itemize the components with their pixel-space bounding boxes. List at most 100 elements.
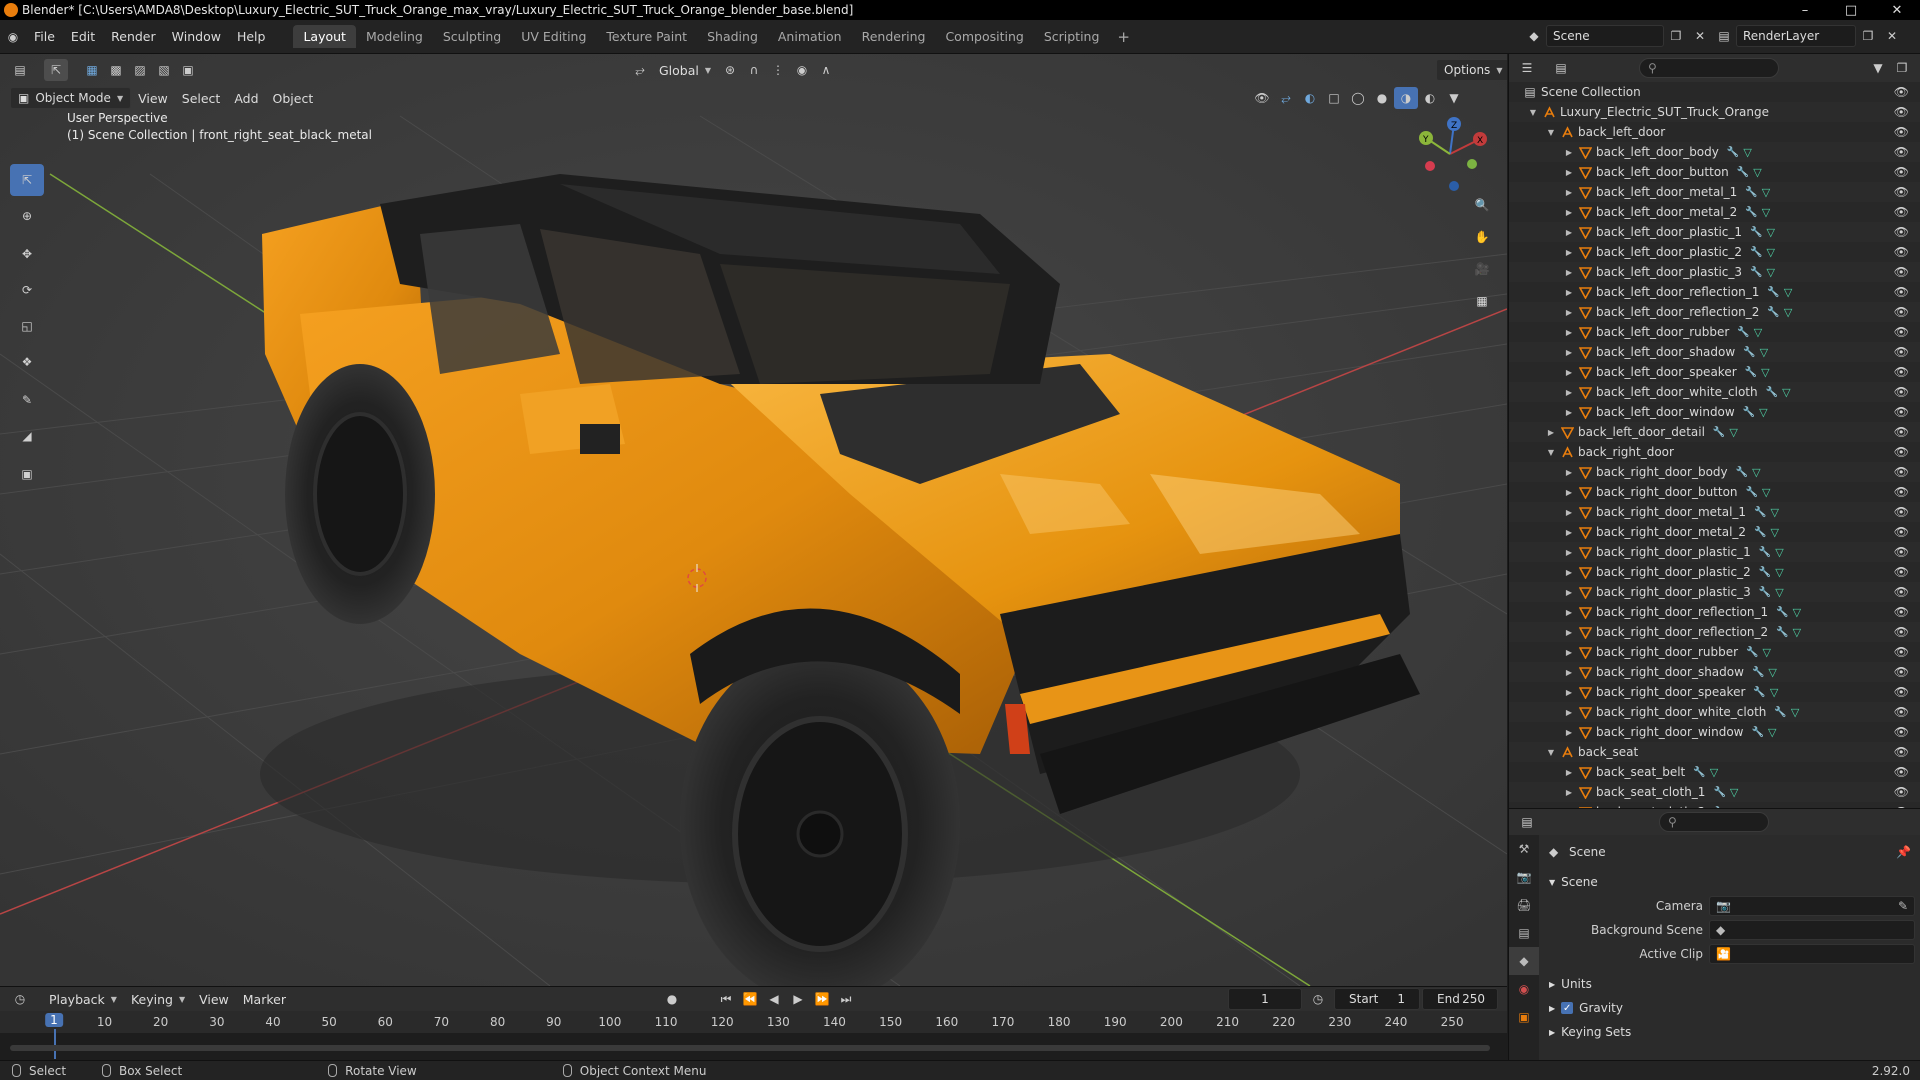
expand-arrow-open-icon[interactable]: ▼ bbox=[1545, 748, 1557, 757]
modifier-wrench-icon[interactable]: 🔧 bbox=[1754, 507, 1766, 518]
visibility-eye-icon[interactable]: 👁 bbox=[1894, 105, 1909, 119]
move-tool-icon[interactable]: ✥ bbox=[10, 238, 44, 270]
prev-keyframe-icon[interactable]: ⏪ bbox=[738, 988, 762, 1010]
zoom-icon[interactable]: 🔍 bbox=[1469, 192, 1495, 218]
menu-edit[interactable]: Edit bbox=[63, 29, 103, 44]
expand-arrow-closed-icon[interactable]: ▶ bbox=[1563, 308, 1575, 317]
outliner-item[interactable]: ▼ Luxury_Electric_SUT_Truck_Orange 👁 bbox=[1509, 102, 1920, 122]
expand-arrow-closed-icon[interactable]: ▶ bbox=[1563, 368, 1575, 377]
modifier-wrench-icon[interactable]: 🔧 bbox=[1713, 427, 1725, 438]
tool-tab-icon[interactable]: ⚒ bbox=[1509, 835, 1539, 863]
next-keyframe-icon[interactable]: ⏩ bbox=[810, 988, 834, 1010]
view-layer-tab-icon[interactable]: ▤ bbox=[1509, 919, 1539, 947]
expand-arrow-closed-icon[interactable]: ▶ bbox=[1563, 788, 1575, 797]
mesh-data-icon[interactable]: ▽ bbox=[1762, 486, 1770, 499]
visibility-eye-icon[interactable]: 👁 bbox=[1894, 765, 1909, 779]
gravity-panel-header[interactable]: ▶ ✓ Gravity bbox=[1539, 997, 1920, 1019]
modifier-wrench-icon[interactable]: 🔧 bbox=[1750, 227, 1762, 238]
expand-arrow-open-icon[interactable]: ▼ bbox=[1545, 448, 1557, 457]
expand-arrow-closed-icon[interactable]: ▶ bbox=[1563, 688, 1575, 697]
tab-animation[interactable]: Animation bbox=[768, 25, 852, 48]
mesh-data-icon[interactable]: ▽ bbox=[1770, 686, 1778, 699]
annotate-tool-icon[interactable]: ✎ bbox=[10, 384, 44, 416]
visibility-eye-icon[interactable]: 👁 bbox=[1894, 485, 1909, 499]
mesh-data-icon[interactable]: ▽ bbox=[1782, 386, 1790, 399]
visibility-eye-icon[interactable]: 👁 bbox=[1894, 225, 1909, 239]
outliner-item[interactable]: ▶ back_right_door_window 🔧 ▽ 👁 bbox=[1509, 722, 1920, 742]
mesh-data-icon[interactable]: ▽ bbox=[1784, 286, 1792, 299]
start-frame-field[interactable]: Start 1 bbox=[1334, 988, 1420, 1010]
tab-scripting[interactable]: Scripting bbox=[1034, 25, 1110, 48]
visibility-eye-icon[interactable]: 👁 bbox=[1894, 425, 1909, 439]
mesh-data-icon[interactable]: ▽ bbox=[1729, 426, 1737, 439]
visibility-icon[interactable]: 👁 bbox=[1250, 87, 1274, 109]
outliner-item[interactable]: ▶ back_right_door_metal_1 🔧 ▽ 👁 bbox=[1509, 502, 1920, 522]
cursor-tool-icon[interactable]: ⊕ bbox=[10, 200, 44, 232]
modifier-wrench-icon[interactable]: 🔧 bbox=[1750, 247, 1762, 258]
modifier-wrench-icon[interactable]: 🔧 bbox=[1743, 407, 1755, 418]
pan-hand-icon[interactable]: ✋ bbox=[1469, 224, 1495, 250]
modifier-wrench-icon[interactable]: 🔧 bbox=[1776, 607, 1788, 618]
outliner-item[interactable]: ▶ back_left_door_body 🔧 ▽ 👁 bbox=[1509, 142, 1920, 162]
solid-shading-icon[interactable]: ● bbox=[1370, 87, 1394, 109]
timeline-view-menu[interactable]: View bbox=[192, 988, 236, 1010]
gizmo-toggle-icon[interactable]: ⥂ bbox=[1274, 87, 1298, 109]
maximize-icon[interactable]: □ bbox=[1828, 0, 1874, 20]
ortho-grid-icon[interactable]: ▦ bbox=[1469, 288, 1495, 314]
transform-orientation-dropdown[interactable]: Global ▼ bbox=[652, 59, 718, 81]
outliner-item[interactable]: ▶ back_left_door_plastic_1 🔧 ▽ 👁 bbox=[1509, 222, 1920, 242]
visibility-eye-icon[interactable]: 👁 bbox=[1894, 665, 1909, 679]
outliner-item[interactable]: ▶ back_right_door_reflection_1 🔧 ▽ 👁 bbox=[1509, 602, 1920, 622]
select-box-tool-icon[interactable]: ⇱ bbox=[44, 59, 68, 81]
scene-selector[interactable]: Scene bbox=[1546, 25, 1664, 47]
mesh-data-icon[interactable]: ▽ bbox=[1784, 306, 1792, 319]
outliner-item[interactable]: ▶ back_right_door_reflection_2 🔧 ▽ 👁 bbox=[1509, 622, 1920, 642]
expand-arrow-closed-icon[interactable]: ▶ bbox=[1563, 248, 1575, 257]
outliner-root-row[interactable]: ▤ Scene Collection 👁 bbox=[1509, 82, 1920, 102]
visibility-eye-icon[interactable]: 👁 bbox=[1894, 145, 1909, 159]
outliner-item[interactable]: ▶ back_seat_belt 🔧 ▽ 👁 bbox=[1509, 762, 1920, 782]
new-scene-icon[interactable]: ❐ bbox=[1664, 25, 1688, 47]
playback-menu[interactable]: Playback ▼ bbox=[42, 988, 124, 1010]
mesh-data-icon[interactable]: ▽ bbox=[1793, 626, 1801, 639]
outliner-item[interactable]: ▶ back_left_door_reflection_2 🔧 ▽ 👁 bbox=[1509, 302, 1920, 322]
preview-range-icon[interactable]: ◷ bbox=[1306, 988, 1330, 1010]
visibility-eye-icon[interactable]: 👁 bbox=[1894, 745, 1909, 759]
mesh-data-icon[interactable]: ▽ bbox=[1766, 226, 1774, 239]
expand-arrow-closed-icon[interactable]: ▶ bbox=[1563, 288, 1575, 297]
scene-panel-header[interactable]: ▼ Scene bbox=[1539, 871, 1920, 893]
extend-selection-icon[interactable]: ▩ bbox=[104, 59, 128, 81]
outliner-item[interactable]: ▶ back_left_door_detail 🔧 ▽ 👁 bbox=[1509, 422, 1920, 442]
modifier-wrench-icon[interactable]: 🔧 bbox=[1752, 667, 1764, 678]
falloff-icon[interactable]: ∧ bbox=[814, 59, 838, 81]
tab-rendering[interactable]: Rendering bbox=[852, 25, 936, 48]
render-layer-icon[interactable]: ▤ bbox=[1712, 25, 1736, 47]
units-panel-header[interactable]: ▶ Units bbox=[1539, 973, 1920, 995]
mesh-data-icon[interactable]: ▽ bbox=[1768, 726, 1776, 739]
modifier-wrench-icon[interactable]: 🔧 bbox=[1693, 767, 1705, 778]
visibility-eye-icon[interactable]: 👁 bbox=[1894, 505, 1909, 519]
tab-modeling[interactable]: Modeling bbox=[356, 25, 433, 48]
3d-viewport[interactable]: ▤ ⇱ ▦ ▩ ▨ ▧ ▣ ⥂ Global ▼ ⊛ ∩ ⋮ ◉ ∧ Option… bbox=[0, 54, 1507, 986]
outliner-item[interactable]: ▶ back_left_door_reflection_1 🔧 ▽ 👁 bbox=[1509, 282, 1920, 302]
mesh-data-icon[interactable]: ▽ bbox=[1793, 606, 1801, 619]
modifier-wrench-icon[interactable]: 🔧 bbox=[1746, 647, 1758, 658]
outliner-search-input[interactable]: ⚲ bbox=[1639, 58, 1779, 78]
visibility-eye-icon[interactable]: 👁 bbox=[1894, 565, 1909, 579]
expand-arrow-closed-icon[interactable]: ▶ bbox=[1563, 328, 1575, 337]
menu-file[interactable]: File bbox=[26, 29, 63, 44]
scene-tab-icon[interactable]: ◆ bbox=[1509, 947, 1539, 975]
expand-arrow-closed-icon[interactable]: ▶ bbox=[1563, 208, 1575, 217]
visibility-eye-icon[interactable]: 👁 bbox=[1894, 265, 1909, 279]
rendered-shading-icon[interactable]: ◐ bbox=[1418, 87, 1442, 109]
mesh-data-icon[interactable]: ▽ bbox=[1753, 166, 1761, 179]
tab-texture-paint[interactable]: Texture Paint bbox=[596, 25, 697, 48]
outliner-item[interactable]: ▶ back_left_door_speaker 🔧 ▽ 👁 bbox=[1509, 362, 1920, 382]
expand-arrow-closed-icon[interactable]: ▶ bbox=[1563, 468, 1575, 477]
outliner-item[interactable]: ▶ back_left_door_white_cloth 🔧 ▽ 👁 bbox=[1509, 382, 1920, 402]
mesh-data-icon[interactable]: ▽ bbox=[1754, 326, 1762, 339]
mode-dropdown[interactable]: ▣ Object Mode ▼ bbox=[10, 87, 132, 109]
keying-sets-panel-header[interactable]: ▶ Keying Sets bbox=[1539, 1021, 1920, 1043]
modifier-wrench-icon[interactable]: 🔧 bbox=[1767, 307, 1779, 318]
visibility-eye-icon[interactable]: 👁 bbox=[1894, 725, 1909, 739]
